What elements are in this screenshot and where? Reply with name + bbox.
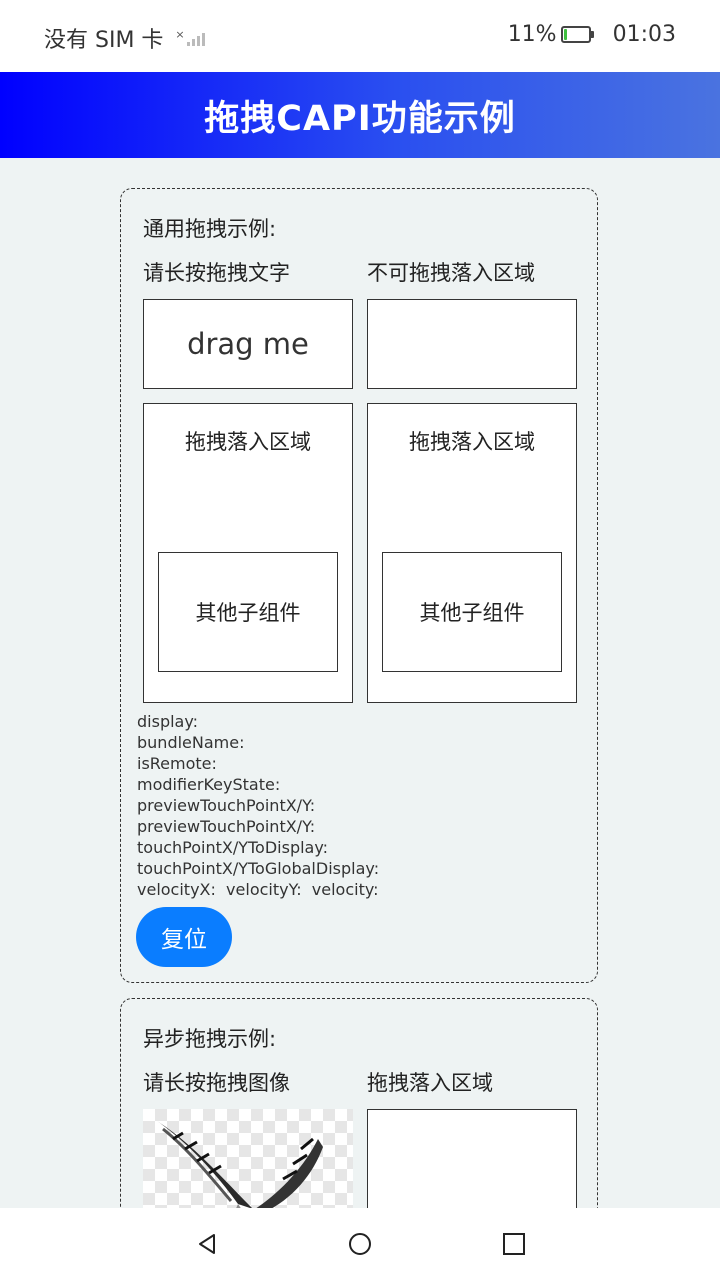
child-component[interactable]: 其他子组件 <box>158 552 338 672</box>
child-component-label: 其他子组件 <box>195 601 301 625</box>
info-preview-touch-point: previewTouchPointX/Y: <box>137 796 316 815</box>
title-bar: 拖拽CAPI功能示例 <box>0 72 720 158</box>
status-left: 没有 SIM 卡 × <box>44 22 205 54</box>
drop-area-title: 拖拽落入区域 <box>409 430 535 454</box>
info-touch-point-global-display: touchPointX/YToGlobalDisplay: <box>137 859 380 878</box>
drag-text-label: 请长按拖拽文字 <box>143 261 290 285</box>
page-title: 拖拽CAPI功能示例 <box>204 98 516 139</box>
non-droppable-area[interactable] <box>367 299 577 389</box>
battery-percent: 11% <box>507 22 557 47</box>
back-icon[interactable] <box>196 1232 220 1260</box>
info-is-remote: isRemote: <box>137 754 217 773</box>
non-droppable-label: 不可拖拽落入区域 <box>367 261 535 285</box>
child-component[interactable]: 其他子组件 <box>382 552 562 672</box>
info-touch-point-display: touchPointX/YToDisplay: <box>137 838 329 857</box>
carrier-text: 没有 SIM 卡 <box>44 28 164 53</box>
info-bundle-name: bundleName: <box>137 733 245 752</box>
info-velocity: velocityX: velocityY: velocity: <box>137 880 379 899</box>
drop-area-label: 拖拽落入区域 <box>367 1071 493 1095</box>
navigation-bar <box>0 1208 720 1280</box>
card-heading: 异步拖拽示例: <box>143 1027 277 1051</box>
status-bar: 没有 SIM 卡 × 11% 01:03 <box>0 0 720 72</box>
general-drag-card: 通用拖拽示例: 请长按拖拽文字 不可拖拽落入区域 drag me 拖拽落入区域 … <box>120 188 598 983</box>
info-preview-touch-point: previewTouchPointX/Y: <box>137 817 316 836</box>
clock: 01:03 <box>612 22 676 47</box>
home-icon[interactable] <box>348 1232 372 1260</box>
drag-image-label: 请长按拖拽图像 <box>143 1071 290 1095</box>
drop-area-left[interactable]: 拖拽落入区域 其他子组件 <box>143 403 353 703</box>
reset-button[interactable]: 复位 <box>136 907 232 967</box>
recent-apps-icon[interactable] <box>502 1232 526 1260</box>
drop-area-right[interactable]: 拖拽落入区域 其他子组件 <box>367 403 577 703</box>
info-modifier-key-state: modifierKeyState: <box>137 775 281 794</box>
battery-icon <box>560 26 594 43</box>
status-right: 11% 01:03 <box>508 22 676 47</box>
drag-source-text[interactable]: drag me <box>143 299 353 389</box>
drag-source-label: drag me <box>187 327 309 361</box>
signal-icon: × <box>175 29 205 46</box>
card-heading: 通用拖拽示例: <box>143 217 277 241</box>
drop-area-title: 拖拽落入区域 <box>185 430 311 454</box>
child-component-label: 其他子组件 <box>419 601 525 625</box>
drag-info-list: display: bundleName: isRemote: modifierK… <box>137 711 379 900</box>
info-display: display: <box>137 712 199 731</box>
